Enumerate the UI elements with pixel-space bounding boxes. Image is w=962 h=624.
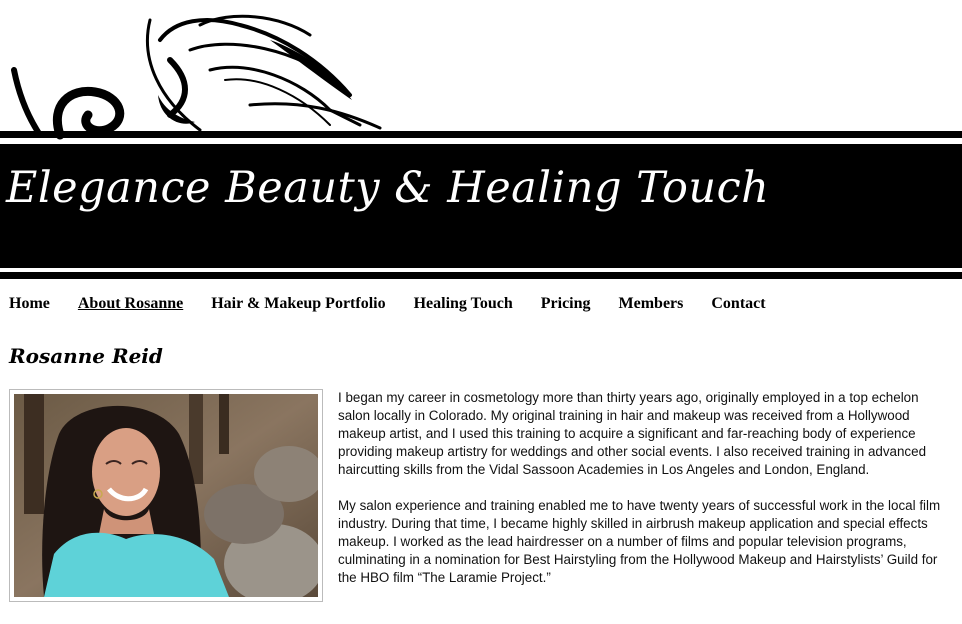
page-title: Rosanne Reid [9, 344, 163, 368]
main-nav: Home About Rosanne Hair & Makeup Portfol… [9, 295, 794, 313]
profile-photo-frame [9, 389, 323, 602]
nav-home[interactable]: Home [9, 295, 50, 313]
nav-contact[interactable]: Contact [711, 295, 765, 313]
bio-paragraph: My salon experience and training enabled… [338, 498, 941, 585]
nav-members[interactable]: Members [619, 295, 684, 313]
bio-text: I began my career in cosmetology more th… [338, 389, 952, 605]
site-title[interactable]: Elegance Beauty & Healing Touch [6, 163, 769, 213]
nav-hair-makeup-portfolio[interactable]: Hair & Makeup Portfolio [211, 295, 385, 313]
nav-healing-touch[interactable]: Healing Touch [414, 295, 513, 313]
nav-about-rosanne[interactable]: About Rosanne [78, 295, 183, 313]
nav-pricing[interactable]: Pricing [541, 295, 591, 313]
banner-bottom-stripe [0, 272, 962, 279]
banner-top-stripe [0, 131, 962, 138]
header-swirl-ornament [11, 14, 382, 140]
profile-photo [14, 394, 318, 597]
bio-paragraph: I began my career in cosmetology more th… [338, 390, 927, 477]
